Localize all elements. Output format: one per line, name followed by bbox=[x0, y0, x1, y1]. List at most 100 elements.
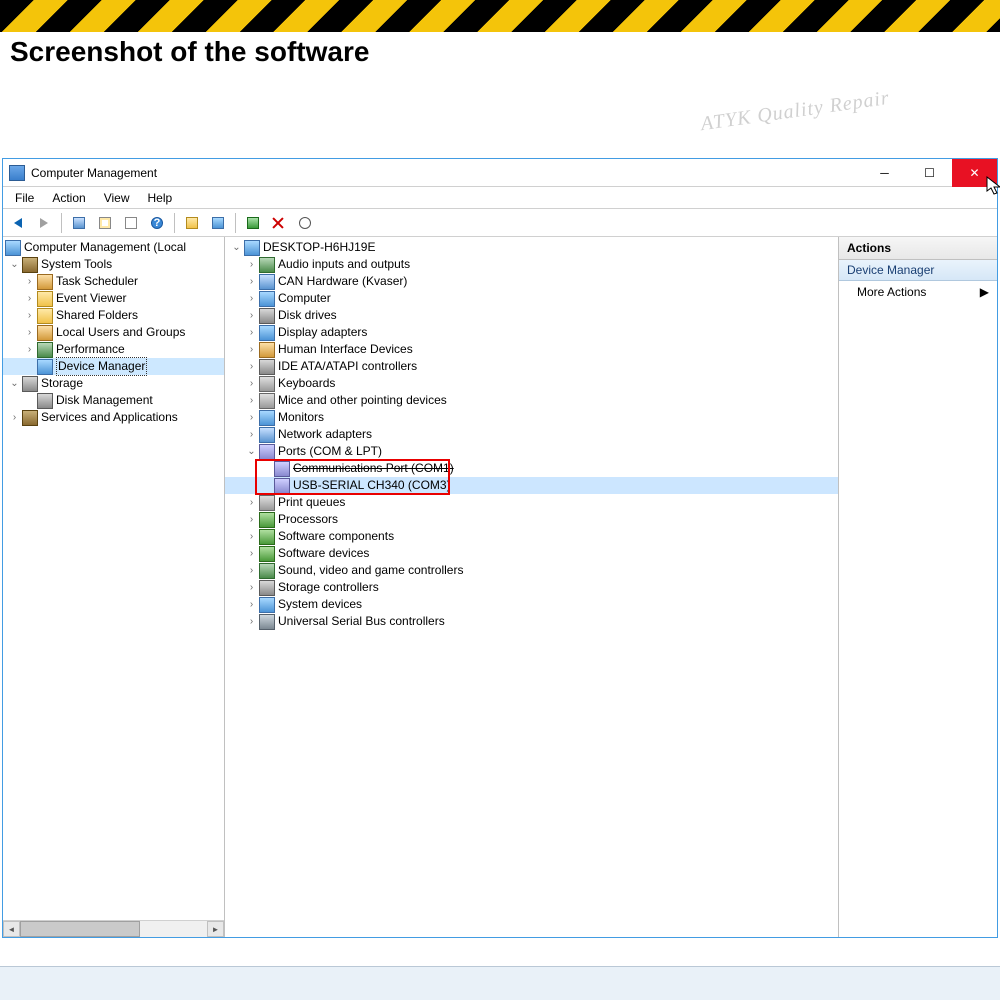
dev-keyboard[interactable]: ›Keyboards bbox=[225, 375, 838, 392]
expand-icon[interactable]: › bbox=[244, 358, 259, 375]
show-hide-tree-button[interactable] bbox=[68, 212, 90, 234]
help-button[interactable]: ? bbox=[146, 212, 168, 234]
scan-hardware-button[interactable] bbox=[181, 212, 203, 234]
back-button[interactable] bbox=[7, 212, 29, 234]
expand-icon[interactable]: › bbox=[244, 307, 259, 324]
dev-swdev[interactable]: ›Software devices bbox=[225, 545, 838, 562]
dev-network[interactable]: ›Network adapters bbox=[225, 426, 838, 443]
expand-icon[interactable]: › bbox=[244, 511, 259, 528]
tree-disk-management[interactable]: Disk Management bbox=[3, 392, 224, 409]
dev-cpu[interactable]: ›Processors bbox=[225, 511, 838, 528]
expand-icon[interactable]: › bbox=[22, 290, 37, 307]
tree-local-users[interactable]: ›Local Users and Groups bbox=[3, 324, 224, 341]
expand-icon[interactable]: › bbox=[244, 256, 259, 273]
collapse-icon[interactable]: ⌄ bbox=[229, 239, 244, 256]
expand-icon[interactable]: › bbox=[244, 409, 259, 426]
menu-help[interactable]: Help bbox=[140, 189, 181, 207]
expand-icon[interactable]: › bbox=[22, 324, 37, 341]
menu-file[interactable]: File bbox=[7, 189, 42, 207]
tree-device-manager[interactable]: Device Manager bbox=[3, 358, 224, 375]
dev-ch340[interactable]: USB-SERIAL CH340 (COM3) bbox=[225, 477, 838, 494]
expand-icon[interactable]: › bbox=[22, 341, 37, 358]
event-viewer-icon bbox=[37, 291, 53, 307]
dev-swcomp[interactable]: ›Software components bbox=[225, 528, 838, 545]
tree-task-scheduler[interactable]: ›Task Scheduler bbox=[3, 273, 224, 290]
minimize-button[interactable]: ─ bbox=[862, 159, 907, 187]
menu-action[interactable]: Action bbox=[44, 189, 93, 207]
dev-print[interactable]: ›Print queues bbox=[225, 494, 838, 511]
expand-icon[interactable]: › bbox=[244, 528, 259, 545]
close-button[interactable]: ✕ bbox=[952, 159, 997, 187]
update-driver-button[interactable] bbox=[294, 212, 316, 234]
dev-ide[interactable]: ›IDE ATA/ATAPI controllers bbox=[225, 358, 838, 375]
tree-root[interactable]: Computer Management (Local bbox=[3, 239, 224, 256]
enable-device-button[interactable] bbox=[242, 212, 264, 234]
properties-button[interactable] bbox=[94, 212, 116, 234]
expand-icon[interactable]: › bbox=[7, 409, 22, 426]
tree-services[interactable]: ›Services and Applications bbox=[3, 409, 224, 426]
expand-icon[interactable]: › bbox=[244, 494, 259, 511]
dev-hid[interactable]: ›Human Interface Devices bbox=[225, 341, 838, 358]
expand-icon[interactable]: › bbox=[244, 324, 259, 341]
tree-performance[interactable]: ›Performance bbox=[3, 341, 224, 358]
dev-monitors[interactable]: ›Monitors bbox=[225, 409, 838, 426]
com-port-icon bbox=[274, 461, 290, 477]
menu-view[interactable]: View bbox=[96, 189, 138, 207]
view-devices-button[interactable] bbox=[207, 212, 229, 234]
tree-system-tools[interactable]: ⌄ System Tools bbox=[3, 256, 224, 273]
collapse-icon[interactable]: ⌄ bbox=[7, 375, 22, 392]
expand-icon[interactable]: › bbox=[244, 392, 259, 409]
actions-header: Actions bbox=[839, 237, 997, 260]
dev-storage-ctrl[interactable]: ›Storage controllers bbox=[225, 579, 838, 596]
console-tree[interactable]: Computer Management (Local ⌄ System Tool… bbox=[3, 237, 224, 920]
tree-shared-folders[interactable]: ›Shared Folders bbox=[3, 307, 224, 324]
dev-display[interactable]: ›Display adapters bbox=[225, 324, 838, 341]
expand-icon[interactable]: › bbox=[22, 307, 37, 324]
more-actions-item[interactable]: More Actions ▶ bbox=[839, 281, 997, 303]
dev-system[interactable]: ›System devices bbox=[225, 596, 838, 613]
collapse-icon[interactable]: ⌄ bbox=[7, 256, 22, 273]
expand-icon[interactable]: › bbox=[244, 562, 259, 579]
dev-can[interactable]: ›CAN Hardware (Kvaser) bbox=[225, 273, 838, 290]
tree-storage[interactable]: ⌄Storage bbox=[3, 375, 224, 392]
scroll-right-icon[interactable]: ► bbox=[207, 921, 224, 937]
expand-icon[interactable]: › bbox=[22, 273, 37, 290]
separator bbox=[235, 213, 236, 233]
pc-icon bbox=[259, 291, 275, 307]
titlebar[interactable]: Computer Management ─ ☐ ✕ bbox=[3, 159, 997, 187]
expand-icon[interactable]: › bbox=[244, 613, 259, 630]
dev-ports[interactable]: ⌄Ports (COM & LPT) bbox=[225, 443, 838, 460]
scroll-left-icon[interactable]: ◄ bbox=[3, 921, 20, 937]
actions-subheader[interactable]: Device Manager bbox=[839, 260, 997, 281]
left-pane-scrollbar[interactable]: ◄ ► bbox=[3, 920, 224, 937]
dev-usb[interactable]: ›Universal Serial Bus controllers bbox=[225, 613, 838, 630]
export-list-button[interactable] bbox=[120, 212, 142, 234]
expand-icon[interactable]: › bbox=[244, 426, 259, 443]
tree-event-viewer[interactable]: ›Event Viewer bbox=[3, 290, 224, 307]
dev-computer[interactable]: ›Computer bbox=[225, 290, 838, 307]
forward-button[interactable] bbox=[33, 212, 55, 234]
dev-com1[interactable]: Communications Port (COM1) bbox=[225, 460, 838, 477]
dev-mice[interactable]: ›Mice and other pointing devices bbox=[225, 392, 838, 409]
dev-sound[interactable]: ›Sound, video and game controllers bbox=[225, 562, 838, 579]
maximize-button[interactable]: ☐ bbox=[907, 159, 952, 187]
storage-ctrl-icon bbox=[259, 580, 275, 596]
expand-icon[interactable]: › bbox=[244, 290, 259, 307]
expand-icon[interactable]: › bbox=[244, 341, 259, 358]
scroll-thumb[interactable] bbox=[20, 921, 140, 937]
dev-disk[interactable]: ›Disk drives bbox=[225, 307, 838, 324]
uninstall-button[interactable] bbox=[268, 212, 290, 234]
expand-icon[interactable]: › bbox=[244, 545, 259, 562]
disk-icon bbox=[259, 308, 275, 324]
device-root[interactable]: ⌄DESKTOP-H6HJ19E bbox=[225, 239, 838, 256]
scroll-track[interactable] bbox=[20, 921, 207, 937]
expand-icon[interactable]: › bbox=[244, 579, 259, 596]
collapse-icon[interactable]: ⌄ bbox=[244, 443, 259, 460]
dev-audio[interactable]: ›Audio inputs and outputs bbox=[225, 256, 838, 273]
expand-icon[interactable]: › bbox=[244, 273, 259, 290]
keyboard-icon bbox=[259, 376, 275, 392]
monitor-icon bbox=[259, 410, 275, 426]
expand-icon[interactable]: › bbox=[244, 596, 259, 613]
expand-icon[interactable]: › bbox=[244, 375, 259, 392]
device-tree[interactable]: ⌄DESKTOP-H6HJ19E ›Audio inputs and outpu… bbox=[225, 237, 838, 632]
